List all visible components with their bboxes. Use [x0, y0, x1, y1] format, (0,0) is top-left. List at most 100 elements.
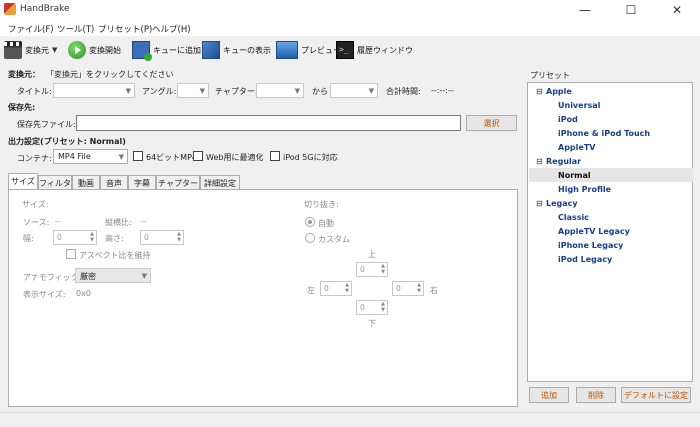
- preset-item[interactable]: iPhone Legacy: [558, 241, 623, 250]
- preview-button[interactable]: プレビュー: [276, 40, 341, 60]
- crop-left-value: 0: [324, 284, 329, 293]
- chapter-start-select[interactable]: ▼: [256, 83, 304, 98]
- crop-bottom-stepper[interactable]: 0 ▲ ▼: [356, 300, 388, 315]
- preset-group-label: Legacy: [546, 199, 578, 208]
- display-size-label: 表示サイズ:: [23, 290, 66, 299]
- tab-filters[interactable]: フィルタ: [38, 175, 72, 189]
- output-settings-heading: 出力設定(プリセット: Normal): [8, 137, 126, 146]
- tab-advanced[interactable]: 詳細設定: [200, 175, 240, 189]
- play-icon: [68, 41, 86, 59]
- 64bit-mp4-label: 64ビットMP4: [146, 153, 197, 162]
- preset-item[interactable]: Universal: [558, 101, 600, 110]
- spin-arrows-icon: ▲ ▼: [345, 282, 349, 294]
- menu-tools[interactable]: ツール(T): [57, 23, 94, 35]
- title-select[interactable]: ▼: [53, 83, 135, 98]
- crop-left-stepper[interactable]: 0 ▲ ▼: [320, 281, 352, 296]
- tab-chapters[interactable]: チャプター: [156, 175, 200, 189]
- add-to-queue-button[interactable]: キューに追加: [132, 40, 201, 61]
- ipod-5g-checkbox[interactable]: [270, 151, 280, 161]
- preset-item[interactable]: AppleTV: [558, 143, 595, 152]
- container-select[interactable]: MP4 File ▼: [53, 149, 128, 164]
- crop-top-value: 0: [360, 265, 365, 274]
- preset-item[interactable]: AppleTV Legacy: [558, 227, 630, 236]
- chapter-from-label: から: [312, 87, 328, 96]
- chevron-down-icon: ▼: [52, 46, 58, 54]
- spin-arrows-icon: ▲ ▼: [381, 263, 385, 275]
- preview-icon: [276, 41, 298, 59]
- anamorphic-select[interactable]: 厳密 ▼: [75, 268, 151, 283]
- start-encode-button[interactable]: 変換開始: [68, 40, 121, 60]
- spin-arrows-icon: ▲ ▼: [381, 301, 385, 313]
- browse-button[interactable]: 選択: [466, 115, 517, 131]
- width-label: 幅:: [23, 234, 34, 243]
- crop-auto-radio[interactable]: [305, 217, 315, 227]
- remove-preset-button[interactable]: 削除: [576, 387, 616, 403]
- preset-group-regular[interactable]: ⊟ Regular: [536, 157, 581, 166]
- crop-right-value: 0: [396, 284, 401, 293]
- chapter-end-select[interactable]: ▼: [330, 83, 378, 98]
- width-stepper[interactable]: 0 ▲ ▼: [53, 230, 97, 245]
- height-value: 0: [144, 233, 149, 242]
- tab-subtitles[interactable]: 字幕: [128, 175, 156, 189]
- chevron-down-icon: ▼: [368, 87, 374, 95]
- title-label: タイトル:: [17, 87, 52, 96]
- source-button[interactable]: 変換元 ▼: [4, 40, 57, 60]
- crop-right-stepper[interactable]: 0 ▲ ▼: [392, 281, 424, 296]
- angle-label: アングル:: [142, 87, 177, 96]
- menu-file[interactable]: ファイル(F): [8, 23, 54, 35]
- activity-log-button[interactable]: 履歴ウィンドウ: [336, 40, 413, 60]
- preset-item-selected[interactable]: Normal: [558, 171, 591, 180]
- show-queue-button[interactable]: キューの表示: [202, 40, 271, 60]
- preset-item[interactable]: iPod Legacy: [558, 255, 612, 264]
- crop-bottom-value: 0: [360, 303, 365, 312]
- close-button[interactable]: ✕: [654, 0, 700, 20]
- web-optimized-checkbox[interactable]: [193, 151, 203, 161]
- title-bar: HandBrake — ☐ ✕: [0, 0, 700, 20]
- preset-group-legacy[interactable]: ⊟ Legacy: [536, 199, 578, 208]
- chevron-down-icon: ▼: [125, 87, 131, 95]
- crop-top-stepper[interactable]: 0 ▲ ▼: [356, 262, 388, 277]
- 64bit-mp4-checkbox[interactable]: [133, 151, 143, 161]
- angle-select[interactable]: ▼: [177, 83, 209, 98]
- set-default-preset-button[interactable]: デフォルトに設定: [621, 387, 691, 403]
- preset-item[interactable]: Classic: [558, 213, 589, 222]
- tab-video[interactable]: 動画: [72, 175, 100, 189]
- destination-heading: 保存先:: [8, 103, 36, 112]
- collapse-icon[interactable]: ⊟: [536, 87, 546, 96]
- tab-audio[interactable]: 音声: [100, 175, 128, 189]
- add-queue-icon: [132, 41, 152, 61]
- preset-item[interactable]: iPhone & iPod Touch: [558, 129, 650, 138]
- height-stepper[interactable]: 0 ▲ ▼: [140, 230, 184, 245]
- menu-help[interactable]: ヘルプ(H): [152, 23, 191, 35]
- minimize-button[interactable]: —: [562, 0, 608, 20]
- add-preset-button[interactable]: 追加: [529, 387, 569, 403]
- spin-arrows-icon: ▲ ▼: [90, 231, 94, 243]
- toolbar: 変換元 ▼ 変換開始 キューに追加 キューの表示 プレビュー 履歴ウィンドウ: [0, 36, 700, 64]
- preset-group-apple[interactable]: ⊟ Apple: [536, 87, 572, 96]
- terminal-icon: [336, 41, 354, 59]
- crop-right-label: 右: [430, 286, 438, 295]
- collapse-icon[interactable]: ⊟: [536, 199, 546, 208]
- presets-heading: プリセット: [530, 71, 570, 80]
- window-title: HandBrake: [20, 4, 70, 14]
- maximize-button[interactable]: ☐: [608, 0, 654, 20]
- duration-label: 合計時間:: [386, 87, 421, 96]
- preview-label: プレビュー: [301, 45, 341, 55]
- preset-item[interactable]: High Profile: [558, 185, 611, 194]
- crop-bottom-label: 下: [368, 319, 376, 328]
- keep-aspect-checkbox[interactable]: [66, 249, 76, 259]
- spin-arrows-icon: ▲ ▼: [177, 231, 181, 243]
- anamorphic-label: アナモフィック:: [23, 273, 82, 282]
- source-heading: 変換元：: [8, 70, 40, 79]
- destination-file-input[interactable]: [76, 115, 461, 131]
- preset-item[interactable]: iPod: [558, 115, 578, 124]
- collapse-icon[interactable]: ⊟: [536, 157, 546, 166]
- tab-size[interactable]: サイズ: [8, 173, 38, 189]
- preset-group-label: Apple: [546, 87, 572, 96]
- anamorphic-value: 厳密: [80, 272, 96, 281]
- size-tab-panel: サイズ: ソース: -- 縦横比: -- 幅: 0 ▲ ▼ 高さ: 0 ▲ ▼ アス…: [8, 189, 518, 407]
- source-button-label: 変換元: [25, 45, 49, 55]
- size-source-value: --: [55, 217, 61, 226]
- menu-presets[interactable]: プリセット(P): [98, 23, 152, 35]
- crop-custom-radio[interactable]: [305, 233, 315, 243]
